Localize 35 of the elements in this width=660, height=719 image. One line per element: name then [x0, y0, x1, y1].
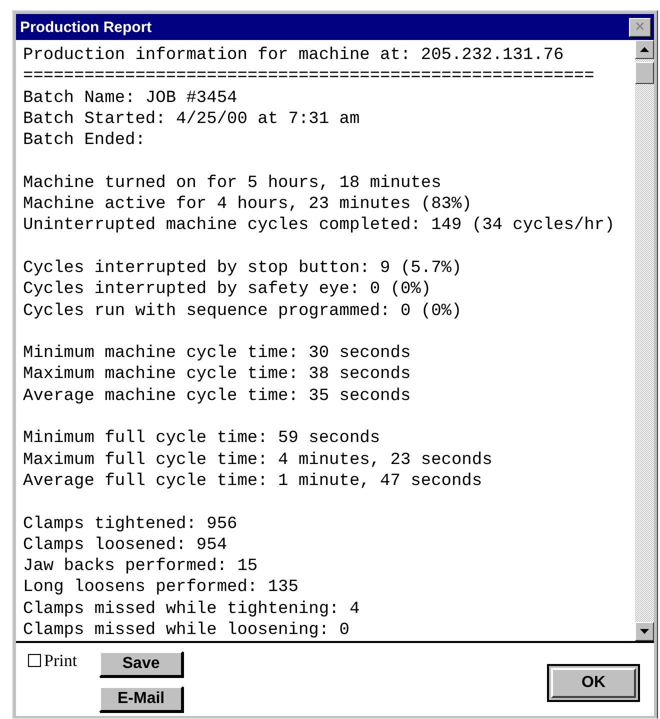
report-line: Batch Started: 4/25/00 at 7:31 am — [23, 108, 360, 130]
report-line: Clamps missed while tightening: 4 — [23, 598, 360, 620]
report-line: Production information for machine at: 205.232.131.76 — [23, 45, 564, 66]
down-arrow-icon — [640, 629, 649, 634]
ok-button[interactable]: OK — [547, 664, 640, 702]
report-line: Batch Name: JOB #3454 — [23, 88, 238, 109]
report-line: Clamps missed while loosening: 0 — [23, 620, 350, 641]
report-line: ======================================================== — [23, 66, 594, 88]
report-line: Maximum full cycle time: 4 minutes, 23 seconds — [23, 450, 492, 471]
report-line: Machine turned on for 5 hours, 18 minutes — [23, 172, 442, 194]
report-line: Clamps tightened: 956 — [23, 514, 238, 535]
report-line: Minimum machine cycle time: 30 seconds — [23, 343, 411, 364]
scroll-thumb[interactable] — [635, 62, 654, 84]
report-line: Long loosens performed: 135 — [23, 577, 298, 599]
print-checkbox[interactable] — [28, 654, 41, 667]
print-label: Print — [44, 651, 78, 671]
window-title: Production Report — [20, 18, 152, 36]
report-line: Machine active for 4 hours, 23 minutes (83%) — [23, 194, 472, 216]
report-line: Cycles interrupted by stop button: 9 (5.7%) — [23, 258, 462, 280]
report-line: Minimum full cycle time: 59 seconds — [23, 428, 380, 450]
report-line: Jaw backs performed: 15 — [23, 556, 258, 578]
report-line: Batch Ended: — [23, 130, 146, 152]
action-button[interactable]: Save — [99, 651, 184, 677]
scroll-up-button[interactable] — [635, 40, 654, 59]
report-line: Clamps loosened: 954 — [23, 534, 228, 556]
report-line: Cycles run with sequence programmed: 0 (0%) — [23, 300, 462, 322]
report-line: Average machine cycle time: 35 seconds — [23, 386, 411, 408]
report-line: Cycles interrupted by safety eye: 0 (0%) — [23, 279, 432, 301]
report-line: Uninterrupted machine cycles completed: 149 (34 cycles/hr) — [23, 215, 615, 237]
action-button[interactable]: E-Mail — [99, 686, 184, 712]
report-line: Average full cycle time: 1 minute, 47 seconds — [23, 470, 482, 492]
report-line: Maximum machine cycle time: 38 seconds — [23, 364, 411, 386]
scrollbar[interactable] — [635, 40, 654, 641]
up-arrow-icon — [640, 47, 649, 52]
scroll-down-button[interactable] — [635, 622, 654, 641]
